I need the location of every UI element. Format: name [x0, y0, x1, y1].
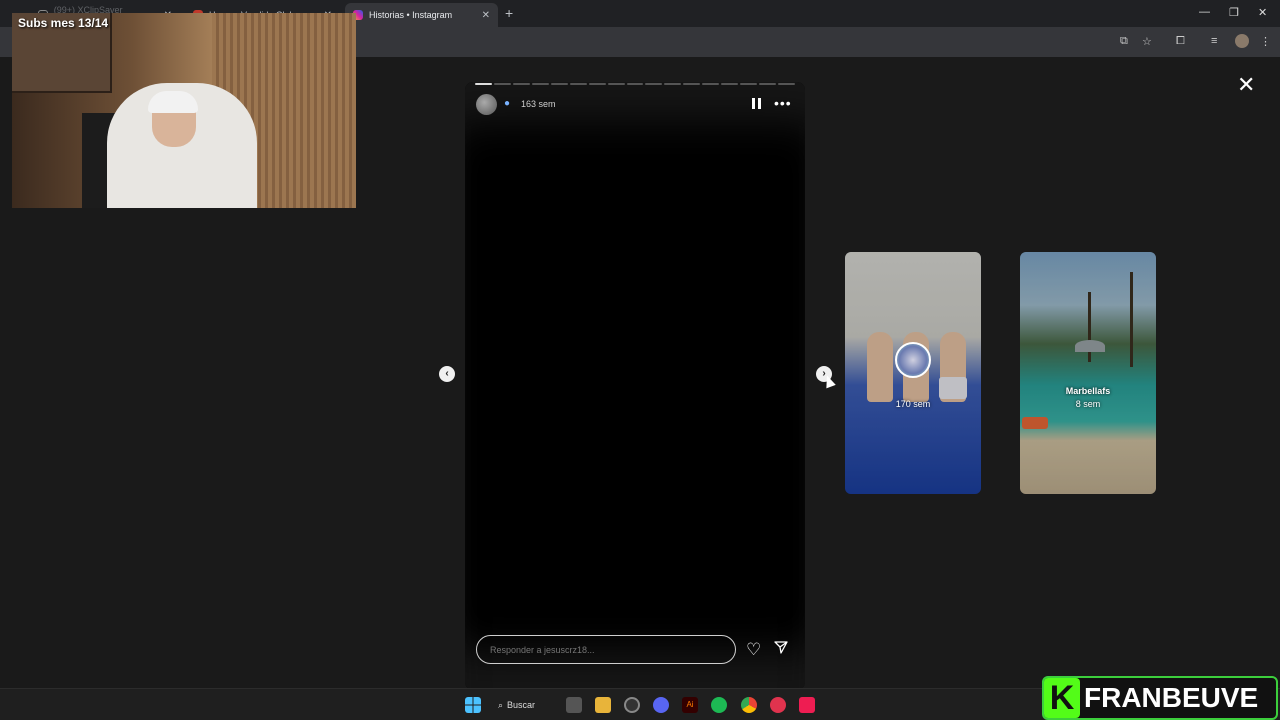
- story-time: 163 sem: [521, 99, 556, 109]
- pause-icon[interactable]: [752, 98, 762, 109]
- spotify-icon[interactable]: [711, 697, 727, 713]
- file-explorer-icon[interactable]: [595, 697, 611, 713]
- search-icon: ⌕: [498, 699, 504, 710]
- send-icon[interactable]: [774, 641, 788, 654]
- progress-segment: [778, 83, 795, 85]
- preview-time: 8 sem: [1075, 399, 1101, 409]
- close-window-icon[interactable]: ✕: [1258, 6, 1267, 19]
- chrome-icon[interactable]: [741, 697, 757, 713]
- windows-start-icon[interactable]: [465, 697, 481, 713]
- story-avatar[interactable]: [476, 94, 497, 115]
- progress-segment: [702, 83, 720, 85]
- close-icon[interactable]: ✕: [1237, 72, 1255, 98]
- story-progress: [475, 83, 795, 85]
- progress-segment: [607, 83, 625, 85]
- profile-avatar[interactable]: [1235, 34, 1249, 48]
- progress-segment: [550, 83, 568, 85]
- preview-username: Marbellafs: [1065, 386, 1111, 396]
- illustrator-icon[interactable]: Ai: [682, 697, 698, 713]
- progress-segment: [531, 83, 549, 85]
- bookmark-star-icon[interactable]: ☆: [1142, 35, 1152, 48]
- progress-segment: [721, 83, 739, 85]
- restore-icon[interactable]: ❐: [1229, 6, 1239, 19]
- search-label: Buscar: [507, 700, 536, 710]
- tiktok-icon[interactable]: [799, 697, 815, 713]
- kick-logo: K: [1044, 678, 1080, 718]
- menu-icon[interactable]: ⋮: [1260, 35, 1271, 48]
- close-tab-icon[interactable]: ✕: [482, 10, 490, 21]
- progress-segment: [740, 83, 758, 85]
- tab-instagram[interactable]: Historias • Instagram ✕: [345, 3, 498, 27]
- like-heart-icon[interactable]: ♡: [746, 640, 761, 660]
- progress-segment: [569, 83, 587, 85]
- progress-segment: [588, 83, 606, 85]
- new-tab-button[interactable]: +: [505, 5, 513, 21]
- app-icon[interactable]: [770, 697, 786, 713]
- reply-input[interactable]: [476, 635, 736, 664]
- install-icon[interactable]: ⧉: [1120, 35, 1128, 48]
- story-viewer[interactable]: [465, 82, 805, 690]
- preview-avatar: [895, 342, 931, 378]
- discord-icon[interactable]: [653, 697, 669, 713]
- preview-time: 170 sem: [895, 399, 931, 409]
- more-options-icon[interactable]: •••: [774, 95, 792, 111]
- taskbar-search[interactable]: ⌕ Buscar: [498, 697, 535, 713]
- obs-icon[interactable]: [624, 697, 640, 713]
- tab-label: Historias • Instagram: [369, 10, 453, 20]
- close-friends-icon: ●: [504, 98, 511, 109]
- story-preview-card[interactable]: Marbellafs 8 sem: [1020, 252, 1156, 494]
- extensions-icon[interactable]: ⧠: [1176, 35, 1185, 48]
- minimize-icon[interactable]: —: [1199, 6, 1210, 18]
- progress-segment: [645, 83, 663, 85]
- previous-story-button[interactable]: ‹: [439, 366, 455, 382]
- streamer-brand-logo: K FRANBEUVE: [1042, 676, 1278, 720]
- progress-segment: [626, 83, 644, 85]
- mouse-cursor: [822, 373, 836, 389]
- webcam-overlay: Subs mes 13/14: [12, 13, 356, 208]
- progress-segment: [759, 83, 776, 85]
- media-control-icon[interactable]: ≡: [1211, 35, 1217, 47]
- progress-segment: [512, 83, 530, 85]
- task-view-icon[interactable]: [566, 697, 582, 713]
- story-preview-card[interactable]: 170 sem: [845, 252, 981, 494]
- progress-segment: [683, 83, 701, 85]
- webcam-caption: Subs mes 13/14: [18, 16, 109, 30]
- progress-segment: [475, 83, 492, 85]
- progress-segment: [664, 83, 682, 85]
- streamer-name: FRANBEUVE: [1084, 682, 1259, 713]
- progress-segment: [493, 83, 511, 85]
